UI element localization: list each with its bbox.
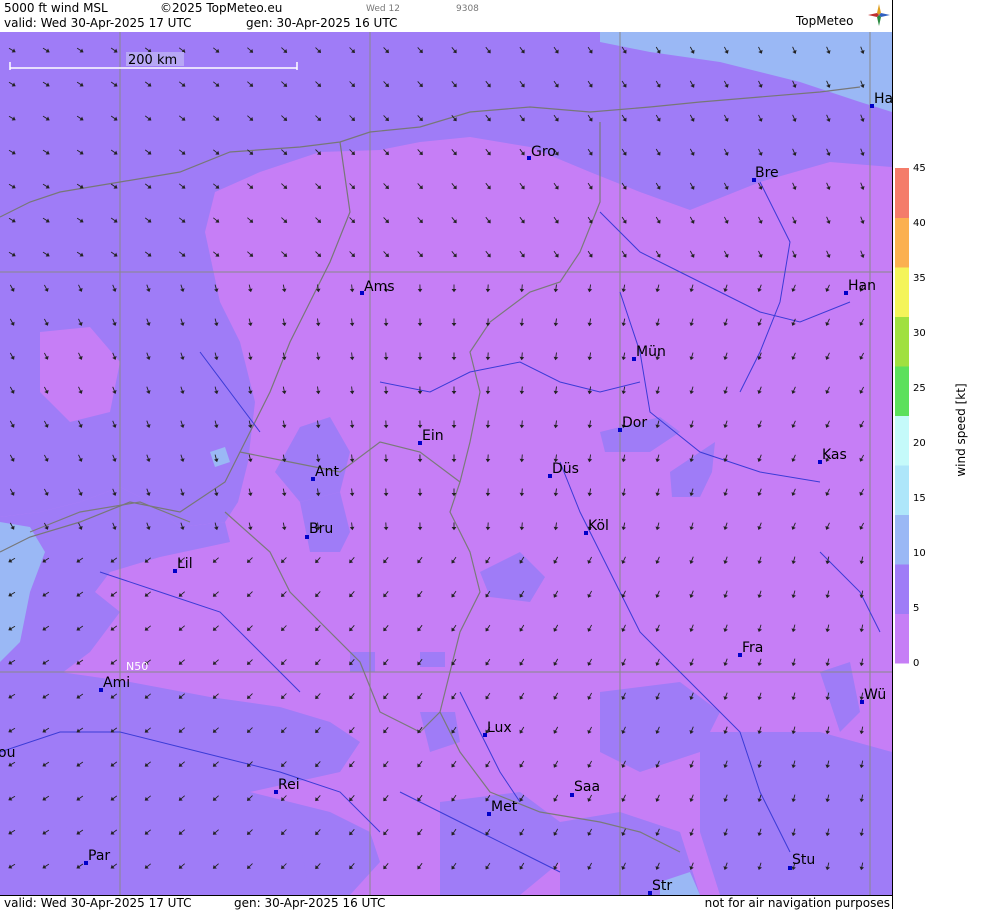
- city-label-lux[interactable]: Lux: [487, 720, 512, 736]
- city-label-dus[interactable]: Düs: [552, 461, 579, 477]
- city-label-ha[interactable]: Ha: [874, 91, 892, 107]
- city-label-ant[interactable]: Ant: [315, 464, 339, 480]
- city-label-stu[interactable]: Stu: [792, 852, 815, 868]
- city-label-wu[interactable]: Wü: [864, 687, 886, 703]
- city-label-par[interactable]: Par: [88, 848, 110, 864]
- generated-time: gen: 30-Apr-2025 16 UTC: [246, 16, 397, 30]
- legend-band: [895, 564, 909, 614]
- topmeteo-logo[interactable]: TopMeteo: [796, 4, 892, 30]
- legend-tick-0: 0: [913, 658, 919, 669]
- city-label-bre[interactable]: Bre: [755, 165, 779, 181]
- legend-band: [895, 614, 909, 664]
- city-label-bru[interactable]: Bru: [309, 521, 333, 537]
- city-label-saa[interactable]: Saa: [574, 779, 600, 795]
- legend-axis-label: wind speed [kt]: [954, 383, 968, 476]
- legend-tick-15: 15: [913, 493, 926, 504]
- small-run-label: Wed 12: [366, 4, 400, 14]
- legend-band: [895, 317, 909, 367]
- city-label-str[interactable]: Str: [652, 878, 672, 894]
- copyright-text: ©2025 TopMeteo.eu: [160, 1, 282, 15]
- city-label-kol[interactable]: Köl: [588, 518, 609, 534]
- city-label-mun[interactable]: Mün: [636, 344, 666, 360]
- city-label-ams[interactable]: Ams: [364, 279, 395, 295]
- valid-time: valid: Wed 30-Apr-2025 17 UTC: [4, 16, 191, 30]
- legend-tick-45: 45: [913, 163, 926, 174]
- wind-map[interactable]: 200 km N50 Ha Gro Bre Ams Han Mün Ein Do…: [0, 32, 892, 895]
- legend-tick-10: 10: [913, 548, 926, 559]
- grid-label-n50: N50: [126, 660, 148, 673]
- legend-band: [895, 168, 909, 218]
- legend-band: [895, 366, 909, 416]
- compass-star-icon: [868, 4, 890, 26]
- legend-band: [895, 515, 909, 565]
- city-label-dor[interactable]: Dor: [622, 415, 647, 431]
- footer-generated-time: gen: 30-Apr-2025 16 UTC: [234, 896, 385, 910]
- map-footer: valid: Wed 30-Apr-2025 17 UTC gen: 30-Ap…: [0, 895, 892, 910]
- footer-disclaimer: not for air navigation purposes: [705, 896, 890, 910]
- legend-band: [895, 267, 909, 317]
- city-label-met[interactable]: Met: [491, 799, 518, 815]
- legend-tick-40: 40: [913, 218, 926, 229]
- legend-tick-5: 5: [913, 603, 919, 614]
- legend-tick-35: 35: [913, 273, 926, 284]
- legend-color-bands: [895, 168, 909, 664]
- city-label-ami[interactable]: Ami: [103, 675, 130, 691]
- legend-band: [895, 416, 909, 466]
- city-label-ein[interactable]: Ein: [422, 428, 444, 444]
- legend-tick-labels: 0 5 10 15 20 25 30 35 40 45: [913, 163, 926, 669]
- map-title: 5000 ft wind MSL: [4, 1, 108, 15]
- scale-label: 200 km: [128, 53, 177, 68]
- wind-speed-legend: 0 5 10 15 20 25 30 35 40 45 wind speed […: [892, 0, 983, 909]
- legend-band: [895, 465, 909, 515]
- city-label-lil[interactable]: Lil: [177, 556, 193, 572]
- map-canvas: 200 km N50 Ha Gro Bre Ams Han Mün Ein Do…: [0, 32, 892, 895]
- city-label-ou[interactable]: ou: [0, 745, 15, 761]
- legend-tick-20: 20: [913, 438, 926, 449]
- map-header: 5000 ft wind MSL ©2025 TopMeteo.eu Wed 1…: [0, 0, 892, 32]
- legend-band: [895, 218, 909, 268]
- small-code-label: 9308: [456, 4, 479, 14]
- legend-tick-25: 25: [913, 383, 926, 394]
- legend-canvas: 0 5 10 15 20 25 30 35 40 45 wind speed […: [893, 0, 983, 909]
- footer-valid-time: valid: Wed 30-Apr-2025 17 UTC: [4, 896, 191, 910]
- city-label-kas[interactable]: Kas: [822, 447, 847, 463]
- city-label-rei[interactable]: Rei: [278, 777, 300, 793]
- city-label-fra[interactable]: Fra: [742, 640, 763, 656]
- city-label-han[interactable]: Han: [848, 278, 876, 294]
- logo-text: TopMeteo: [796, 14, 853, 28]
- city-label-gro[interactable]: Gro: [531, 144, 556, 160]
- legend-tick-30: 30: [913, 328, 926, 339]
